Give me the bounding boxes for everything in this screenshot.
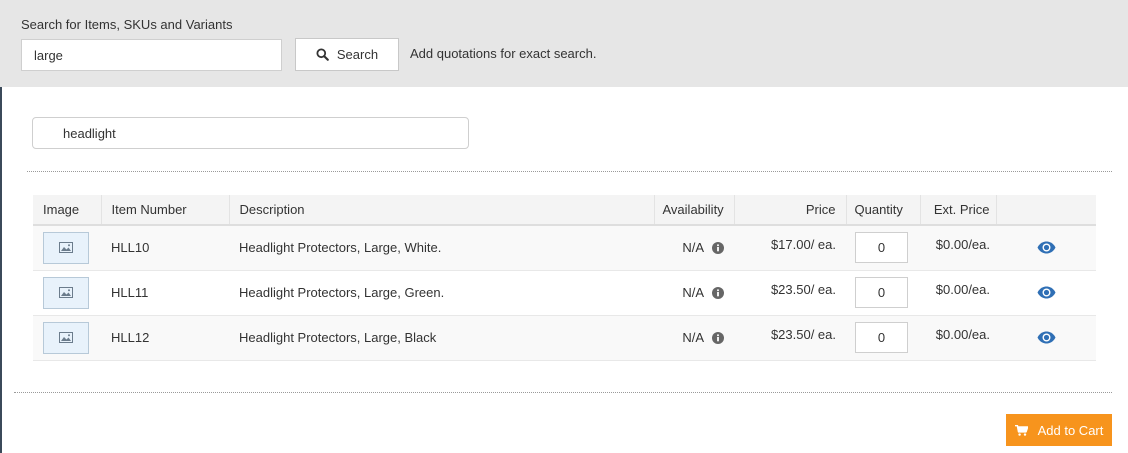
image-cell — [33, 270, 101, 316]
header-actions — [996, 195, 1096, 226]
availability-cell: N/A — [654, 225, 734, 271]
price-cell: $23.50/ ea. — [734, 270, 846, 316]
eye-icon — [1037, 331, 1055, 344]
add-to-cart-button[interactable]: Add to Cart — [1006, 414, 1112, 446]
availability-value: N/A — [682, 285, 704, 300]
item-number: HLL11 — [101, 270, 229, 316]
view-cell — [996, 225, 1096, 271]
search-hint: Add quotations for exact search. — [410, 46, 597, 61]
divider — [14, 392, 1112, 393]
ext-price-cell: $0.00/ea. — [920, 270, 996, 316]
availability-value: N/A — [682, 330, 704, 345]
table-row: HLL11 Headlight Protectors, Large, Green… — [33, 270, 1096, 316]
table-header-row: Image Item Number Description Availabili… — [33, 195, 1096, 226]
eye-icon — [1037, 241, 1055, 254]
image-placeholder-icon — [59, 242, 73, 254]
search-button[interactable]: Search — [295, 38, 399, 71]
item-description: Headlight Protectors, Large, White. — [229, 225, 654, 271]
quantity-cell — [846, 315, 920, 361]
price-cell: $17.00/ ea. — [734, 225, 846, 271]
quantity-input[interactable] — [855, 322, 908, 353]
info-icon[interactable] — [712, 331, 724, 344]
image-placeholder-icon — [59, 332, 73, 343]
header-item-number: Item Number — [101, 195, 230, 226]
eye-icon — [1037, 286, 1055, 299]
item-thumbnail[interactable] — [43, 231, 89, 264]
divider — [27, 171, 1112, 172]
table-row: HLL10 Headlight Protectors, Large, White… — [33, 225, 1096, 271]
quantity-cell — [846, 225, 920, 271]
price-cell: $23.50/ ea. — [734, 315, 846, 361]
header-image: Image — [33, 195, 102, 226]
image-cell — [33, 225, 101, 271]
search-button-label: Search — [336, 47, 379, 62]
header-ext-price: Ext. Price — [920, 195, 997, 226]
ext-price-cell: $0.00/ea. — [920, 225, 996, 271]
search-input[interactable] — [21, 39, 282, 71]
item-description: Headlight Protectors, Large, Black — [229, 315, 654, 361]
image-placeholder-icon — [59, 287, 73, 298]
item-thumbnail[interactable] — [43, 321, 89, 354]
search-panel: Search for Items, SKUs and Variants Sear… — [0, 0, 1128, 87]
filter-input[interactable] — [32, 117, 469, 149]
item-description: Headlight Protectors, Large, Green. — [229, 270, 654, 316]
header-quantity: Quantity — [846, 195, 921, 226]
availability-cell: N/A — [654, 315, 734, 361]
cart-icon — [1014, 424, 1028, 436]
view-item-button[interactable] — [1006, 286, 1086, 299]
item-number: HLL12 — [101, 315, 229, 361]
availability-cell: N/A — [654, 270, 734, 316]
header-description: Description — [229, 195, 655, 226]
view-item-button[interactable] — [1006, 241, 1086, 254]
availability-value: N/A — [682, 240, 704, 256]
header-price: Price — [734, 195, 847, 226]
ext-price-cell: $0.00/ea. — [920, 315, 996, 361]
quantity-cell — [846, 270, 920, 316]
info-icon[interactable] — [712, 241, 724, 254]
left-border — [0, 87, 2, 453]
quantity-input[interactable] — [855, 232, 908, 264]
search-icon — [316, 48, 329, 61]
item-thumbnail[interactable] — [43, 276, 89, 309]
image-cell — [33, 315, 101, 361]
info-icon[interactable] — [712, 286, 724, 299]
item-number: HLL10 — [101, 225, 229, 271]
add-to-cart-label: Add to Cart — [1037, 422, 1104, 438]
results-table: Image Item Number Description Availabili… — [33, 195, 1096, 361]
search-label: Search for Items, SKUs and Variants — [21, 17, 233, 32]
view-cell — [996, 270, 1096, 316]
quantity-input[interactable] — [855, 277, 908, 308]
table-row: HLL12 Headlight Protectors, Large, Black… — [33, 315, 1096, 361]
view-item-button[interactable] — [1006, 331, 1086, 344]
view-cell — [996, 315, 1096, 361]
header-availability: Availability — [654, 195, 735, 226]
